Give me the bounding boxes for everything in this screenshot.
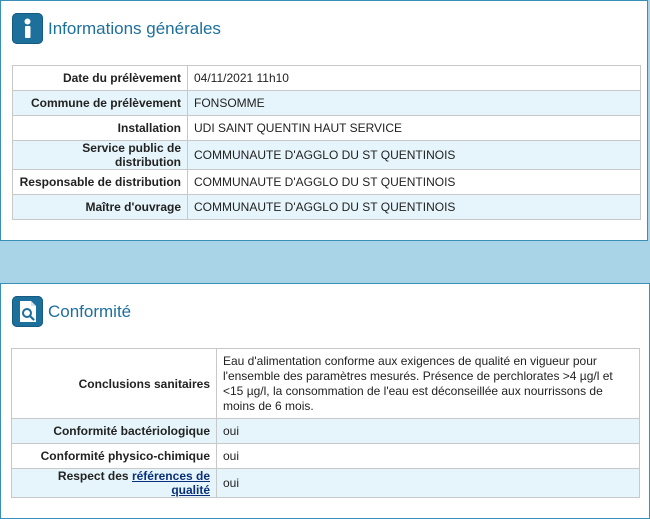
row-label: Conformité bactériologique (11, 418, 217, 444)
row-label: Installation (12, 115, 188, 141)
row-value: Eau d'alimentation conforme aux exigence… (216, 348, 640, 419)
conformite-title: Conformité (48, 301, 132, 321)
table-row: Responsable de distribution COMMUNAUTE D… (12, 169, 641, 195)
general-info-table: Date du prélèvement 04/11/2021 11h10 Com… (12, 65, 641, 220)
general-info-title: Informations générales (48, 18, 221, 38)
row-value: COMMUNAUTE D'AGGLO DU ST QUENTINOIS (187, 194, 641, 220)
table-row: Respect des références de qualité oui (11, 468, 640, 498)
table-row: Maître d'ouvrage COMMUNAUTE D'AGGLO DU S… (12, 194, 641, 220)
row-label: Conformité physico-chimique (11, 443, 217, 469)
row-label: Respect des références de qualité (11, 468, 217, 498)
row-value: oui (216, 443, 640, 469)
info-icon (12, 13, 43, 44)
general-info-panel: Informations générales Date du prélèveme… (0, 0, 648, 241)
row-label: Date du prélèvement (12, 65, 188, 91)
general-info-header: Informations générales (12, 13, 221, 44)
table-row: Conformité physico-chimique oui (11, 443, 640, 469)
row-value: 04/11/2021 11h10 (187, 65, 641, 91)
table-row: Date du prélèvement 04/11/2021 11h10 (12, 65, 641, 91)
row-label: Commune de prélèvement (12, 90, 188, 116)
row-value: FONSOMME (187, 90, 641, 116)
conformite-header: Conformité (12, 296, 131, 327)
table-row: Conformité bactériologique oui (11, 418, 640, 444)
table-row: Installation UDI SAINT QUENTIN HAUT SERV… (12, 115, 641, 141)
row-label: Responsable de distribution (12, 169, 188, 195)
label-prefix: Respect des (57, 469, 132, 483)
table-row: Conclusions sanitaires Eau d'alimentatio… (11, 348, 640, 419)
row-label: Conclusions sanitaires (11, 348, 217, 419)
row-value: oui (216, 468, 640, 498)
row-value: COMMUNAUTE D'AGGLO DU ST QUENTINOIS (187, 140, 641, 170)
table-row: Service public de distribution COMMUNAUT… (12, 140, 641, 170)
row-label: Maître d'ouvrage (12, 194, 188, 220)
references-qualite-link[interactable]: références de qualité (132, 469, 210, 497)
table-row: Commune de prélèvement FONSOMME (12, 90, 641, 116)
row-label: Service public de distribution (12, 140, 188, 170)
conformite-table: Conclusions sanitaires Eau d'alimentatio… (11, 348, 640, 498)
row-value: oui (216, 418, 640, 444)
row-value: UDI SAINT QUENTIN HAUT SERVICE (187, 115, 641, 141)
row-value: COMMUNAUTE D'AGGLO DU ST QUENTINOIS (187, 169, 641, 195)
document-search-icon (12, 296, 43, 327)
